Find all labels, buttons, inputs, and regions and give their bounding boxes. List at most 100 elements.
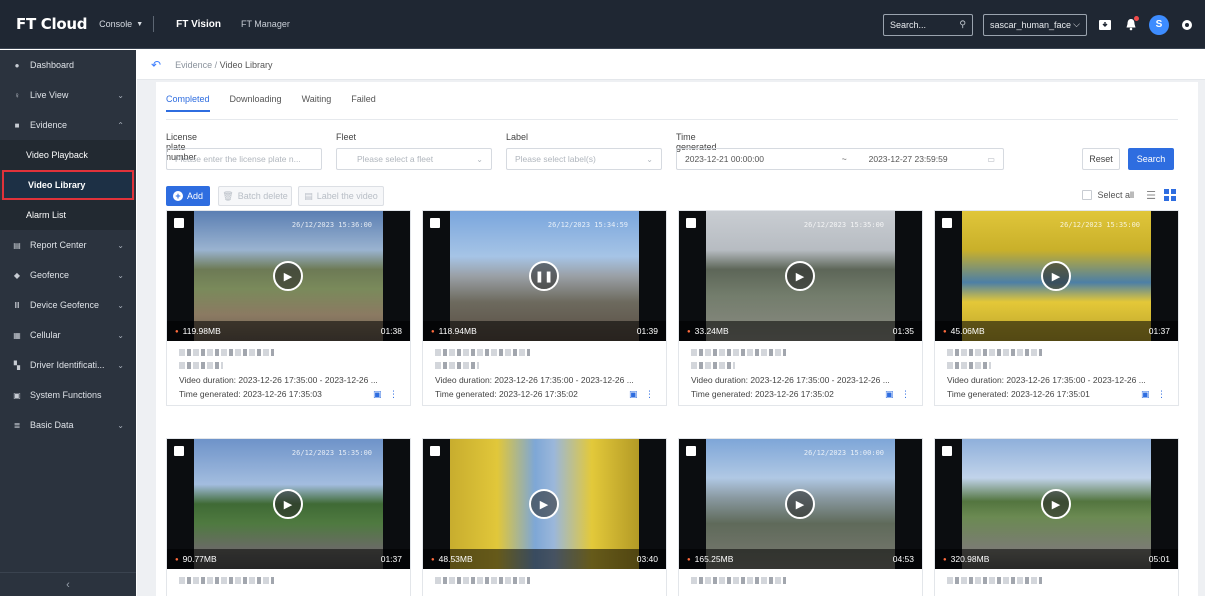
thumbnail-footer: 90.77MB 01:37 [167, 549, 410, 569]
fleet-select[interactable]: Please select a fleet ⌄ [336, 148, 492, 170]
video-length: 01:35 [892, 326, 914, 336]
label-video-label: Label the video [316, 191, 378, 201]
video-thumbnail[interactable]: ▶ 48.53MB 03:40 [423, 439, 666, 569]
card-checkbox[interactable] [430, 218, 440, 228]
thumbnail-footer: 33.24MB 01:35 [679, 321, 922, 341]
search-button[interactable]: Search [1128, 148, 1174, 170]
sidebar-item-label: Basic Data [30, 420, 74, 430]
video-card[interactable]: 26/12/2023 15:00:00 ▶ 165.25MB 04:53 [678, 438, 923, 596]
video-timestamp: 26/12/2023 15:36:00 [291, 221, 372, 229]
video-card[interactable]: 26/12/2023 15:36:00 ▶ 119.98MB 01:38 Vid… [166, 210, 411, 406]
video-thumbnail[interactable]: ▶ 320.98MB 05:01 [935, 439, 1178, 569]
pause-icon[interactable]: ❚❚ [529, 261, 559, 291]
video-card[interactable]: 26/12/2023 15:35:00 ▶ 45.06MB 01:37 Vide… [934, 210, 1179, 406]
play-icon[interactable]: ▶ [1041, 489, 1071, 519]
console-dropdown[interactable]: Console ▼ [99, 19, 143, 29]
video-card[interactable]: 26/12/2023 15:34:59 ❚❚ 118.94MB 01:39 Vi… [422, 210, 667, 406]
tab-completed[interactable]: Completed [166, 94, 210, 112]
card-checkbox[interactable] [942, 446, 952, 456]
tab-failed[interactable]: Failed [351, 94, 376, 112]
bell-icon[interactable] [1123, 15, 1139, 33]
video-thumbnail[interactable]: 26/12/2023 15:35:00 ▶ 33.24MB 01:35 [679, 211, 922, 341]
sidebar-subitem-video-playback[interactable]: Video Playback [0, 140, 136, 170]
card-checkbox[interactable] [174, 446, 184, 456]
grid-view-icon[interactable] [1164, 189, 1176, 201]
card-checkbox[interactable] [686, 446, 696, 456]
play-icon[interactable]: ▶ [273, 489, 303, 519]
sidebar-item-cellular[interactable]: ▦ Cellular ⌄ [0, 320, 136, 350]
list-view-icon[interactable]: ☰ [1146, 189, 1156, 202]
sidebar-subitem-alarm-list[interactable]: Alarm List [0, 200, 136, 230]
time-generated-row: Time generated: 2023-12-26 17:35:03 ▣ ⋮ [179, 389, 398, 399]
sidebar-item-device-geofence[interactable]: Ⅲ Device Geofence ⌄ [0, 290, 136, 320]
card-checkbox[interactable] [942, 218, 952, 228]
card-checkbox[interactable] [430, 446, 440, 456]
download-icon[interactable] [1097, 17, 1113, 33]
nav-ft-manager[interactable]: FT Manager [241, 19, 290, 29]
card-checkbox[interactable] [686, 218, 696, 228]
sidebar-item-evidence[interactable]: ■ Evidence ⌃ [0, 110, 136, 140]
sidebar-item-live-view[interactable]: ♀ Live View ⌄ [0, 80, 136, 110]
play-icon[interactable]: ▶ [785, 489, 815, 519]
play-icon[interactable]: ▶ [529, 489, 559, 519]
settings-icon[interactable] [1179, 17, 1195, 33]
sidebar-item-geofence[interactable]: ◆ Geofence ⌄ [0, 260, 136, 290]
play-icon[interactable]: ▶ [1041, 261, 1071, 291]
caret-down-icon: ▼ [136, 20, 144, 28]
tab-waiting[interactable]: Waiting [302, 94, 332, 112]
plate-input[interactable]: Please enter the license plate n... [166, 148, 322, 170]
play-icon[interactable]: ▶ [273, 261, 303, 291]
select-all-checkbox[interactable] [1082, 190, 1093, 200]
video-card[interactable]: ▶ 320.98MB 05:01 [934, 438, 1179, 596]
nav-ft-vision[interactable]: FT Vision [176, 19, 221, 30]
video-card[interactable]: 26/12/2023 15:35:00 ▶ 33.24MB 01:35 Vide… [678, 210, 923, 406]
video-thumbnail[interactable]: 26/12/2023 15:34:59 ❚❚ 118.94MB 01:39 [423, 211, 666, 341]
reset-button[interactable]: Reset [1082, 148, 1120, 170]
video-thumbnail[interactable]: 26/12/2023 15:35:00 ▶ 90.77MB 01:37 [167, 439, 410, 569]
sidebar-item-system-functions[interactable]: ▣ System Functions [0, 380, 136, 410]
download-icon[interactable]: ▣ [885, 389, 894, 399]
select-all[interactable]: Select all [1082, 190, 1134, 200]
time-range-picker[interactable]: 2023-12-21 00:00:00 ~ 2023-12-27 23:59:5… [676, 148, 1004, 170]
card-checkbox[interactable] [174, 218, 184, 228]
app-logo[interactable]: FT Cloud [16, 15, 87, 33]
video-card[interactable]: 26/12/2023 15:35:00 ▶ 90.77MB 01:37 [166, 438, 411, 596]
sidebar-item-basic-data[interactable]: ≣ Basic Data ⌄ [0, 410, 136, 440]
batch-delete-button[interactable]: 🗑 Batch delete [218, 186, 292, 206]
more-icon[interactable]: ⋮ [389, 389, 398, 399]
tab-downloading[interactable]: Downloading [230, 94, 282, 112]
more-icon[interactable]: ⋮ [1157, 389, 1166, 399]
download-icon[interactable]: ▣ [373, 389, 382, 399]
download-icon[interactable]: ▣ [1141, 389, 1150, 399]
sidebar-item-label: Evidence [30, 120, 68, 130]
add-button[interactable]: + Add [166, 186, 210, 206]
sidebar-collapse-button[interactable]: ‹ [0, 572, 136, 596]
chevron-down-icon: ⌄ [117, 270, 124, 280]
download-icon[interactable]: ▣ [629, 389, 638, 399]
breadcrumb-parent[interactable]: Evidence [175, 60, 212, 70]
fleet-label: Fleet [336, 132, 357, 142]
back-icon[interactable]: ↶ [151, 58, 161, 72]
label-select[interactable]: Please select label(s) ⌄ [506, 148, 662, 170]
sidebar-subitem-video-library[interactable]: Video Library [2, 170, 134, 200]
more-icon[interactable]: ⋮ [901, 389, 910, 399]
more-icon[interactable]: ⋮ [645, 389, 654, 399]
account-select[interactable]: sascar_human_face ⌵ [983, 13, 1087, 36]
system-icon: ▣ [13, 390, 21, 400]
add-label: Add [186, 191, 203, 201]
account-value: sascar_human_face [990, 19, 1072, 30]
sidebar-item-report-center[interactable]: ▤ Report Center ⌄ [0, 230, 136, 260]
video-card[interactable]: ▶ 48.53MB 03:40 [422, 438, 667, 596]
video-thumbnail[interactable]: 26/12/2023 15:35:00 ▶ 45.06MB 01:37 [935, 211, 1178, 341]
avatar[interactable]: S [1149, 14, 1169, 35]
global-search-input[interactable]: Search... ⚲ [883, 13, 973, 36]
card-info: Video duration: 2023-12-26 17:35:00 - 20… [679, 341, 922, 405]
list-toolbar: + Add 🗑 Batch delete ▤ Label the video S… [166, 186, 1178, 208]
sidebar-item-dashboard[interactable]: ● Dashboard [0, 50, 136, 80]
video-thumbnail[interactable]: 26/12/2023 15:00:00 ▶ 165.25MB 04:53 [679, 439, 922, 569]
sidebar-item-driver-identification[interactable]: ▚ Driver Identificati... ⌄ [0, 350, 136, 380]
label-video-button[interactable]: ▤ Label the video [298, 186, 384, 206]
chevron-down-icon: ⌄ [117, 330, 124, 340]
play-icon[interactable]: ▶ [785, 261, 815, 291]
video-thumbnail[interactable]: 26/12/2023 15:36:00 ▶ 119.98MB 01:38 [167, 211, 410, 341]
